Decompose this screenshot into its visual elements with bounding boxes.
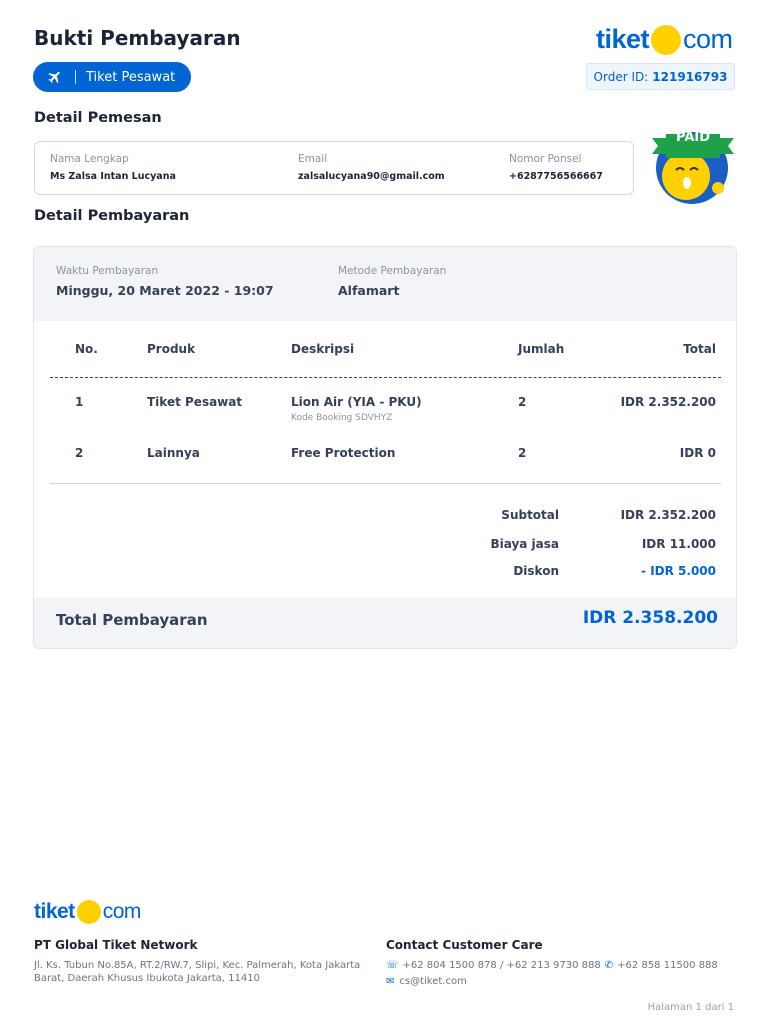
row-no: 2: [75, 446, 84, 460]
logo-text: com: [102, 900, 142, 923]
payment-method: Alfamart: [338, 283, 400, 298]
customer-phone: +6287756566667: [509, 171, 603, 182]
discount-label: Diskon: [513, 564, 559, 578]
row-description: Lion Air (YIA - PKU): [291, 395, 422, 409]
payment-time: Minggu, 20 Maret 2022 - 19:07: [56, 283, 274, 298]
service-fee-value: IDR 11.000: [641, 537, 716, 551]
customer-name: Ms Zalsa Intan Lucyana: [50, 171, 176, 182]
order-id-box: Order ID: 121916793: [586, 63, 735, 90]
service-fee-label: Biaya jasa: [490, 537, 559, 551]
email-link[interactable]: cs@tiket.com: [399, 975, 466, 988]
address-line: Barat, Daerah Khusus Ibukota Jakarta, 11…: [34, 973, 260, 984]
section-heading-pembayaran: Detail Pembayaran: [34, 208, 190, 224]
logo-text: tiket: [34, 900, 75, 923]
airplane-icon: [48, 71, 60, 84]
divider: [75, 70, 76, 84]
total-row: Total Pembayaran IDR 2.358.200: [34, 598, 736, 648]
contact-phones: ☏ +62 804 1500 878 / +62 213 9730 888 ✆ …: [386, 959, 718, 972]
column-header: No.: [75, 342, 98, 356]
row-no: 1: [75, 395, 84, 409]
subtotal-value: IDR 2.352.200: [620, 508, 716, 522]
column-header: Produk: [147, 342, 196, 356]
column-header: Total: [683, 342, 716, 356]
row-product: Tiket Pesawat: [147, 395, 243, 409]
company-name: PT Global Tiket Network: [34, 938, 198, 952]
page-title: Bukti Pembayaran: [34, 26, 241, 50]
total-value: IDR 2.358.200: [582, 608, 718, 628]
column-header: Deskripsi: [291, 342, 355, 356]
logo-dot: [76, 900, 101, 924]
payment-card: Waktu Pembayaran Minggu, 20 Maret 2022 -…: [33, 246, 737, 649]
section-heading-pemesan: Detail Pemesan: [34, 110, 162, 126]
total-label: Total Pembayaran: [56, 611, 208, 629]
logo-text: com: [683, 24, 733, 54]
product-label: Tiket Pesawat: [86, 69, 176, 85]
field-label: Nama Lengkap: [50, 153, 129, 165]
order-label: Order ID:: [593, 69, 649, 84]
customer-email: zalsalucyana90@gmail.com: [298, 171, 445, 182]
customer-details: Nama Lengkap Ms Zalsa Intan Lucyana Emai…: [34, 141, 634, 195]
field-label: Metode Pembayaran: [338, 265, 447, 277]
address-line: Jl. Ks. Tubun No.85A, RT.2/RW.7, Slipi, …: [34, 960, 361, 971]
paid-badge: PAID: [652, 128, 734, 206]
column-header: Jumlah: [518, 342, 565, 356]
phone-numbers: +62 804 1500 878 / +62 213 9730 888: [402, 960, 601, 971]
row-total: IDR 0: [679, 446, 716, 460]
field-label: Nomor Ponsel: [509, 153, 582, 165]
field-label: Waktu Pembayaran: [56, 265, 159, 277]
mail-icon: ✉: [386, 976, 395, 987]
product-pill: Tiket Pesawat: [33, 62, 191, 92]
divider: [50, 377, 721, 378]
field-label: Email: [298, 153, 328, 165]
subtotal-label: Subtotal: [501, 508, 559, 522]
whatsapp-icon: ✆: [604, 960, 614, 971]
contact-email: ✉ cs@tiket.com: [386, 975, 467, 988]
order-id: 121916793: [652, 69, 728, 84]
row-qty: 2: [518, 446, 527, 460]
row-total: IDR 2.352.200: [620, 395, 716, 409]
discount-value: - IDR 5.000: [641, 564, 716, 578]
row-qty: 2: [518, 395, 527, 409]
booking-code: Kode Booking SDVHYZ: [291, 413, 393, 423]
divider: [50, 483, 721, 484]
contact-heading: Contact Customer Care: [386, 938, 543, 952]
paid-text: PAID: [675, 130, 711, 145]
row-product: Lainnya: [147, 446, 200, 460]
payment-info: Waktu Pembayaran Minggu, 20 Maret 2022 -…: [34, 247, 736, 321]
logo-text: tiket: [596, 24, 650, 54]
logo-dot: [651, 24, 682, 55]
page-number: Halaman 1 dari 1: [647, 1002, 734, 1013]
phone-icon: ☏: [386, 960, 399, 971]
row-description: Free Protection: [291, 446, 396, 460]
tiket-logo: tiket com: [596, 24, 733, 55]
whatsapp-number: +62 858 11500 888: [617, 960, 718, 971]
footer-logo: tiket com: [34, 900, 141, 924]
company-address: Jl. Ks. Tubun No.85A, RT.2/RW.7, Slipi, …: [34, 959, 360, 985]
